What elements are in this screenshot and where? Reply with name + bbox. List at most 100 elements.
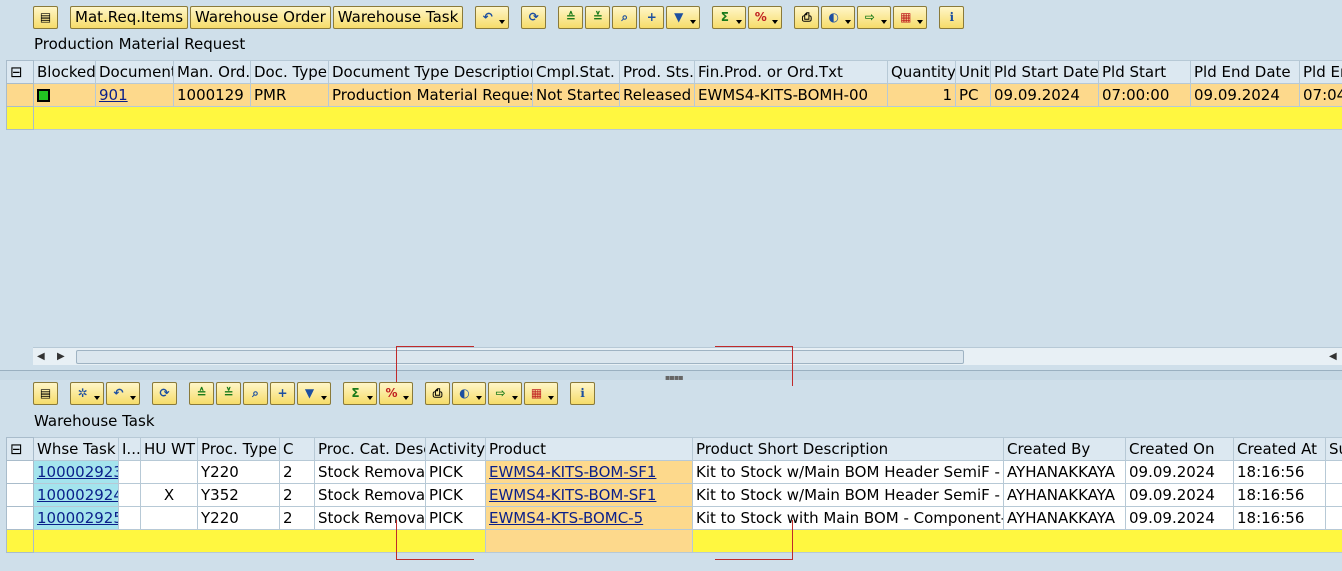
sort-ascending-icon[interactable]: ≙ [558, 5, 584, 29]
scroll-right-icon[interactable]: ▶ [57, 351, 65, 362]
export-icon[interactable]: ⇨ [488, 381, 522, 405]
column-header-prod-sts[interactable]: Prod. Sts. [619, 60, 695, 84]
scroll-right-end-icon[interactable]: ◀ [1329, 351, 1337, 362]
find-icon[interactable]: ⌕ [243, 381, 268, 405]
whse-task-cell[interactable]: 100002925 [33, 506, 119, 530]
filter-icon[interactable]: ▼ [297, 381, 331, 405]
sum-icon[interactable]: Σ [712, 5, 747, 29]
find-next-icon[interactable]: + [639, 5, 665, 29]
column-header-proc-type[interactable]: Proc. Type [197, 437, 280, 461]
layout-icon[interactable]: ▤ [33, 5, 58, 29]
product-cell[interactable]: EWMS4-KITS-BOM-SF1 [485, 483, 693, 507]
sort-descending-icon[interactable]: ≚ [585, 5, 611, 29]
product-link[interactable]: EWMS4-KTS-BOMC-5 [489, 509, 643, 527]
i-cell [118, 460, 141, 484]
table-row[interactable]: 901 1000129 PMR Production Material Requ… [6, 83, 1342, 107]
row-selector[interactable] [6, 506, 34, 530]
column-header-whse-task[interactable]: Whse Task [33, 437, 119, 461]
refresh-icon[interactable]: ⟳ [152, 381, 177, 405]
sum-icon[interactable]: Σ [343, 381, 377, 405]
scroll-left-icon[interactable]: ◀ [37, 351, 45, 362]
column-settings-icon[interactable]: ⊟ [6, 437, 34, 461]
table-row[interactable]: 100002925 Y220 2 Stock Removal PICK EWMS… [6, 506, 1342, 530]
views-icon[interactable]: ◐ [821, 5, 856, 29]
column-header-product-short-desc[interactable]: Product Short Description [692, 437, 1004, 461]
hu-wt-cell [140, 506, 198, 530]
column-header-pld-end[interactable]: Pld En [1299, 60, 1342, 84]
sort-ascending-icon[interactable]: ≙ [189, 381, 214, 405]
column-header-c[interactable]: C [279, 437, 315, 461]
refresh-icon[interactable]: ⟳ [521, 5, 547, 29]
column-header-doc-type[interactable]: Doc. Type [250, 60, 329, 84]
whse-task-link[interactable]: 100002925 [37, 509, 118, 527]
column-header-pld-start[interactable]: Pld Start [1098, 60, 1191, 84]
horizontal-scrollbar[interactable]: ◀ ▶ ◀ [33, 347, 1342, 365]
mat-req-items-button[interactable]: Mat.Req.Items [70, 5, 189, 29]
whse-task-link[interactable]: 100002923 [37, 463, 118, 481]
product-link[interactable]: EWMS4-KITS-BOM-SF1 [489, 486, 656, 504]
column-header-quantity[interactable]: Quantity [887, 60, 956, 84]
warehouse-order-button[interactable]: Warehouse Order [190, 5, 331, 29]
product-link[interactable]: EWMS4-KITS-BOM-SF1 [489, 463, 656, 481]
document-link[interactable]: 901 [99, 86, 128, 104]
settings-icon[interactable]: ✲ [70, 381, 104, 405]
column-header-product[interactable]: Product [485, 437, 693, 461]
subtotal-icon[interactable]: % [748, 5, 783, 29]
info-icon[interactable]: ℹ [939, 5, 965, 29]
sort-descending-icon[interactable]: ≚ [216, 381, 241, 405]
find-icon[interactable]: ⌕ [612, 5, 638, 29]
column-header-pld-end-date[interactable]: Pld End Date [1190, 60, 1300, 84]
print-icon[interactable]: ⎙ [794, 5, 820, 29]
column-header-proc-cat-desc[interactable]: Proc. Cat. Desc [314, 437, 426, 461]
scrollbar-thumb[interactable] [76, 350, 964, 364]
column-header-activity[interactable]: Activity [425, 437, 486, 461]
column-header-created-at[interactable]: Created At [1233, 437, 1326, 461]
export-icon[interactable]: ⇨ [857, 5, 892, 29]
find-next-icon[interactable]: + [270, 381, 295, 405]
row-selector[interactable] [6, 460, 34, 484]
table-empty-row [6, 106, 1342, 130]
column-header-cmpl-stat[interactable]: Cmpl.Stat. [532, 60, 620, 84]
whse-task-cell[interactable]: 100002923 [33, 460, 119, 484]
row-selector[interactable] [6, 83, 34, 107]
print-icon[interactable]: ⎙ [425, 381, 450, 405]
column-header-unit[interactable]: Unit [955, 60, 991, 84]
info-icon[interactable]: ℹ [570, 381, 595, 405]
pld-start-cell: 07:00:00 [1098, 83, 1191, 107]
layout-select-icon[interactable]: ▦ [893, 5, 928, 29]
column-header-created-by[interactable]: Created By [1003, 437, 1126, 461]
column-header-hu-wt[interactable]: HU WT [140, 437, 198, 461]
column-header-su[interactable]: Su [1325, 437, 1342, 461]
layout-select-icon[interactable]: ▦ [524, 381, 558, 405]
proc-cat-desc-cell: Stock Removal [314, 460, 426, 484]
column-header-i[interactable]: I... [118, 437, 141, 461]
product-cell[interactable]: EWMS4-KITS-BOM-SF1 [485, 460, 693, 484]
empty-row-cell [33, 106, 1342, 130]
row-selector[interactable] [6, 106, 34, 130]
variant-icon[interactable]: ↶ [106, 381, 140, 405]
whse-task-link[interactable]: 100002924 [37, 486, 118, 504]
views-icon[interactable]: ◐ [452, 381, 486, 405]
table-row[interactable]: 100002923 Y220 2 Stock Removal PICK EWMS… [6, 460, 1342, 484]
column-header-document[interactable]: Document [95, 60, 174, 84]
column-settings-icon[interactable]: ⊟ [6, 60, 34, 84]
table-row[interactable]: 100002924 X Y352 2 Stock Removal PICK EW… [6, 483, 1342, 507]
column-header-blocked[interactable]: Blocked [33, 60, 96, 84]
column-header-doc-type-desc[interactable]: Document Type Description [328, 60, 533, 84]
whse-task-cell[interactable]: 100002924 [33, 483, 119, 507]
column-header-fin-prod[interactable]: Fin.Prod. or Ord.Txt [694, 60, 888, 84]
column-header-pld-start-date[interactable]: Pld Start Date [990, 60, 1099, 84]
column-header-created-on[interactable]: Created On [1125, 437, 1234, 461]
warehouse-task-button[interactable]: Warehouse Task [332, 5, 464, 29]
column-header-man-ord[interactable]: Man. Ord. [173, 60, 251, 84]
created-on-cell: 09.09.2024 [1125, 483, 1234, 507]
document-cell[interactable]: 901 [95, 83, 174, 107]
filter-icon[interactable]: ▼ [666, 5, 701, 29]
row-selector[interactable] [6, 529, 34, 553]
subtotal-icon[interactable]: % [379, 381, 413, 405]
variant-icon[interactable]: ↶ [475, 5, 510, 29]
doc-type-desc-cell: Production Material Request [328, 83, 533, 107]
row-selector[interactable] [6, 483, 34, 507]
product-cell[interactable]: EWMS4-KTS-BOMC-5 [485, 506, 693, 530]
layout-icon[interactable]: ▤ [33, 381, 58, 405]
